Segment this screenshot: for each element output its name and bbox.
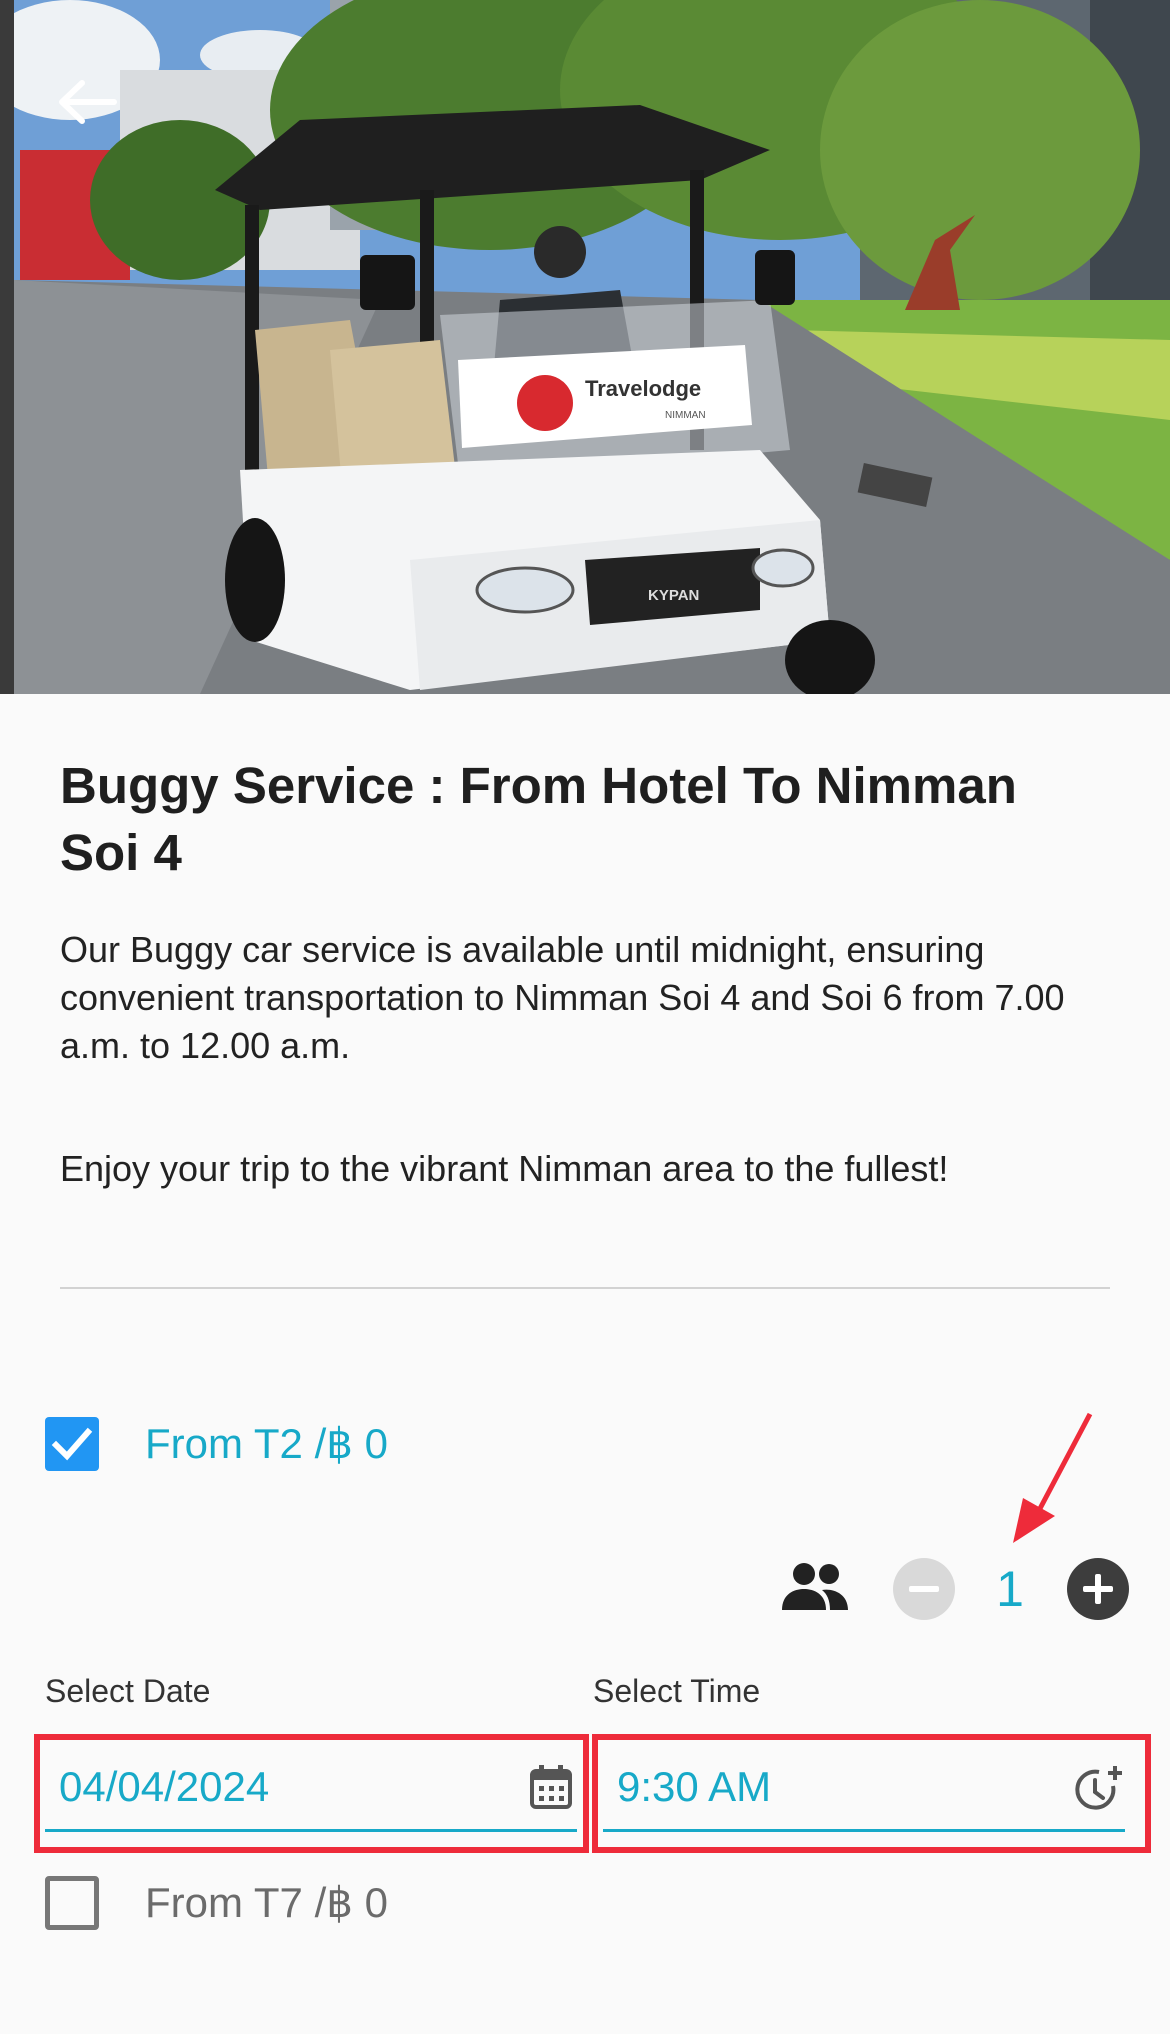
date-value: 04/04/2024: [59, 1763, 270, 1810]
option-t2-checkbox[interactable]: [45, 1417, 99, 1471]
select-date-label: Select Date: [45, 1673, 211, 1709]
date-field[interactable]: 04/04/2024: [45, 1742, 577, 1832]
option-t2-label[interactable]: From T2 /฿ 0: [145, 1417, 388, 1471]
time-field[interactable]: 9:30 AM: [603, 1742, 1125, 1832]
option-t7-label[interactable]: From T7 /฿ 0: [145, 1876, 388, 1930]
checkmark-icon: [51, 1427, 93, 1461]
pax-decrement-button[interactable]: [893, 1558, 955, 1620]
arrow-left-icon: [59, 80, 117, 124]
divider: [60, 1287, 1110, 1289]
back-button[interactable]: [50, 66, 122, 138]
golf-buggy-photo: Travelodge NIMMAN KYPAN: [0, 0, 1170, 694]
pax-count: 1: [996, 1561, 1024, 1617]
time-value: 9:30 AM: [617, 1763, 772, 1810]
service-tagline: Enjoy your trip to the vibrant Nimman ar…: [60, 1148, 949, 1189]
vehicle-badge-text: KYPAN: [648, 587, 699, 604]
banner-sub-text: NIMMAN: [665, 410, 706, 421]
service-description: Our Buggy car service is available until…: [60, 929, 1065, 1066]
people-icon: [782, 1563, 848, 1610]
calendar-icon[interactable]: [529, 1764, 573, 1810]
clock-plus-icon[interactable]: [1073, 1764, 1125, 1814]
hero-image: Travelodge NIMMAN KYPAN: [0, 0, 1170, 694]
annotation-arrow: [1013, 1412, 1093, 1543]
service-title: Buggy Service : From Hotel To Nimman Soi…: [60, 757, 1017, 881]
pax-increment-button[interactable]: [1067, 1558, 1129, 1620]
banner-brand-text: Travelodge: [585, 376, 701, 401]
select-time-label: Select Time: [593, 1673, 761, 1709]
option-t7-checkbox[interactable]: [45, 1876, 99, 1930]
